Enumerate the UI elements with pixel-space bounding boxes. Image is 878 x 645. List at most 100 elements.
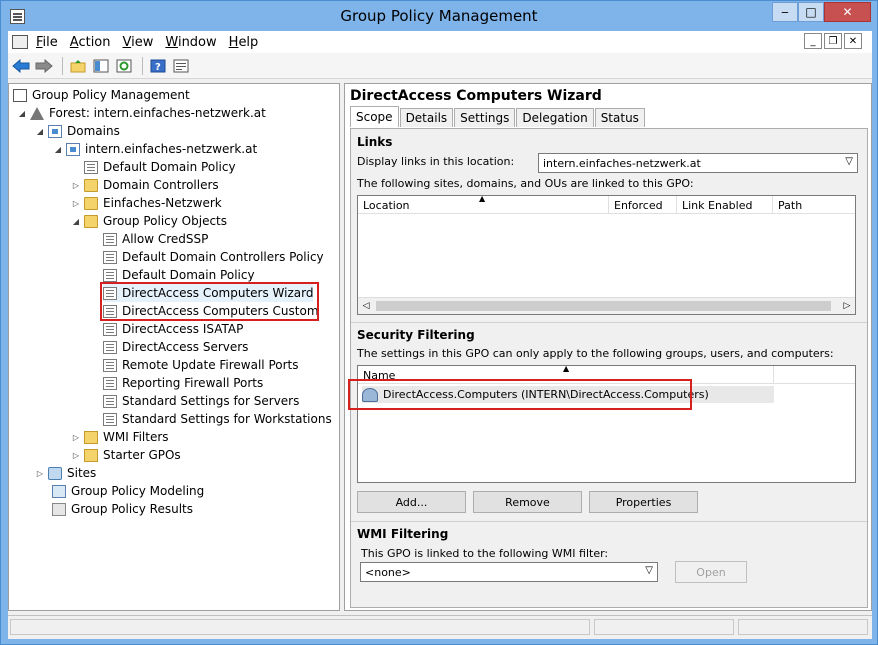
- details-pane: DirectAccess Computers Wizard Scope Deta…: [344, 83, 872, 611]
- tab-status[interactable]: Status: [594, 108, 645, 127]
- section-divider: [351, 521, 867, 522]
- tree-item-gpo[interactable]: Allow CredSSP: [103, 230, 208, 248]
- links-list[interactable]: Location Enforced Link Enabled Path ▲ ◁ …: [357, 194, 856, 315]
- scope-tab-content: Links Display links in this location: in…: [348, 128, 868, 608]
- forward-icon[interactable]: [34, 56, 54, 76]
- menu-action[interactable]: Action: [70, 35, 111, 50]
- collapse-arrow-icon[interactable]: ◢: [17, 109, 27, 118]
- scroll-right-icon[interactable]: ▷: [839, 298, 855, 314]
- wmi-filter-select[interactable]: <none> ▽: [360, 562, 658, 582]
- tree-item-gpo[interactable]: DirectAccess Servers: [103, 338, 248, 356]
- menu-file[interactable]: File: [36, 35, 58, 50]
- tree-item-domain[interactable]: ◢ intern.einfaches-netzwerk.at: [53, 140, 257, 158]
- tree-item-forest[interactable]: ◢ Forest: intern.einfaches-netzwerk.at: [17, 104, 266, 122]
- links-horizontal-scrollbar[interactable]: ◁ ▷: [358, 297, 855, 314]
- tab-settings[interactable]: Settings: [454, 108, 516, 127]
- svg-text:?: ?: [155, 62, 161, 73]
- mdi-minimize-icon[interactable]: _: [804, 33, 822, 49]
- add-button[interactable]: Add...: [357, 491, 466, 513]
- domain-icon: [66, 142, 80, 156]
- expand-arrow-icon[interactable]: ▷: [71, 433, 81, 442]
- tree-item-wmi-filters[interactable]: ▷ WMI Filters: [71, 428, 169, 446]
- maximize-button[interactable]: □: [798, 2, 824, 22]
- tree-item-domain-controllers[interactable]: ▷ Domain Controllers: [71, 176, 219, 194]
- tree-item-einfaches-netzwerk[interactable]: ▷ Einfaches-Netzwerk: [71, 194, 222, 212]
- scroll-left-icon[interactable]: ◁: [358, 298, 374, 314]
- section-divider: [351, 322, 867, 323]
- gpo-container-icon: [84, 214, 98, 228]
- tree-item-gpo[interactable]: Standard Settings for Workstations: [103, 410, 332, 428]
- status-cell: [594, 619, 734, 635]
- collapse-arrow-icon[interactable]: ◢: [35, 127, 45, 136]
- tree-item-sites[interactable]: ▷ Sites: [35, 464, 96, 482]
- domains-icon: [48, 124, 62, 138]
- title-bar[interactable]: Group Policy Management ‒ □ ✕: [1, 1, 877, 31]
- gpo-icon: [103, 250, 117, 264]
- tab-delegation[interactable]: Delegation: [516, 108, 594, 127]
- gpo-icon: [103, 412, 117, 426]
- mdi-restore-icon[interactable]: ❐: [824, 33, 842, 49]
- tree-item-gpo[interactable]: Standard Settings for Servers: [103, 392, 299, 410]
- tree-item-default-domain-policy-link[interactable]: Default Domain Policy: [84, 158, 236, 176]
- collapse-arrow-icon[interactable]: ◢: [71, 217, 81, 226]
- gpo-icon: [103, 232, 117, 246]
- tree-item-group-policy-objects[interactable]: ◢ Group Policy Objects: [71, 212, 227, 230]
- gpmc-root-icon: [13, 88, 27, 102]
- minimize-button[interactable]: ‒: [772, 2, 798, 22]
- ou-icon: [84, 196, 98, 210]
- collapse-arrow-icon[interactable]: ◢: [53, 145, 63, 154]
- column-link-enabled[interactable]: Link Enabled: [677, 196, 773, 214]
- starter-gpos-icon: [84, 448, 98, 462]
- tree-item-root[interactable]: Group Policy Management: [13, 86, 190, 104]
- remove-button[interactable]: Remove: [473, 491, 582, 513]
- tree-item-domains[interactable]: ◢ Domains: [35, 122, 120, 140]
- wmi-filtering-description: This GPO is linked to the following WMI …: [361, 547, 609, 560]
- tree-item-gpo[interactable]: Reporting Firewall Ports: [103, 374, 263, 392]
- gpo-icon: [103, 376, 117, 390]
- tab-details[interactable]: Details: [399, 108, 454, 127]
- back-icon[interactable]: [11, 56, 31, 76]
- column-path[interactable]: Path: [773, 196, 853, 214]
- forest-icon: [30, 106, 44, 120]
- sites-icon: [48, 466, 62, 480]
- tree-item-gpo[interactable]: Remote Update Firewall Ports: [103, 356, 299, 374]
- close-button[interactable]: ✕: [824, 2, 871, 22]
- tree-item-gpo[interactable]: Default Domain Controllers Policy: [103, 248, 324, 266]
- wmi-filters-icon: [84, 430, 98, 444]
- gpo-icon: [103, 322, 117, 336]
- status-cell: [10, 619, 590, 635]
- gpo-icon: [103, 268, 117, 282]
- help-icon[interactable]: ?: [148, 56, 168, 76]
- client-area: File Action View Window Help _ ❐ ✕ ? Gro…: [8, 31, 872, 639]
- up-folder-icon[interactable]: [68, 56, 88, 76]
- expand-arrow-icon[interactable]: ▷: [35, 469, 45, 478]
- chevron-down-icon: ▽: [845, 156, 853, 167]
- refresh-icon[interactable]: [114, 56, 134, 76]
- menu-window[interactable]: Window: [165, 35, 216, 50]
- menu-help[interactable]: Help: [229, 35, 259, 50]
- status-cell: [738, 619, 868, 635]
- scrollbar-thumb[interactable]: [376, 301, 831, 311]
- menu-view[interactable]: View: [123, 35, 154, 50]
- system-menu-icon[interactable]: [12, 35, 28, 49]
- tree-item-modeling[interactable]: Group Policy Modeling: [52, 482, 204, 500]
- properties-button[interactable]: Properties: [589, 491, 698, 513]
- gpo-icon: [103, 394, 117, 408]
- mdi-close-icon[interactable]: ✕: [844, 33, 862, 49]
- open-wmi-button[interactable]: Open: [675, 561, 747, 583]
- display-links-location-select[interactable]: intern.einfaches-netzwerk.at ▽: [538, 153, 858, 173]
- tab-strip: Scope Details Settings Delegation Status: [350, 106, 646, 127]
- console-tree[interactable]: Group Policy Management ◢ Forest: intern…: [8, 83, 340, 611]
- tree-item-starter-gpos[interactable]: ▷ Starter GPOs: [71, 446, 181, 464]
- tab-scope[interactable]: Scope: [350, 106, 399, 127]
- tree-item-results[interactable]: Group Policy Results: [52, 500, 193, 518]
- display-links-label: Display links in this location:: [357, 155, 515, 168]
- expand-arrow-icon[interactable]: ▷: [71, 199, 81, 208]
- show-hide-tree-icon[interactable]: [91, 56, 111, 76]
- tree-item-gpo[interactable]: DirectAccess ISATAP: [103, 320, 243, 338]
- expand-arrow-icon[interactable]: ▷: [71, 181, 81, 190]
- properties-icon[interactable]: [171, 56, 191, 76]
- ou-icon: [84, 178, 98, 192]
- expand-arrow-icon[interactable]: ▷: [71, 451, 81, 460]
- column-enforced[interactable]: Enforced: [609, 196, 677, 214]
